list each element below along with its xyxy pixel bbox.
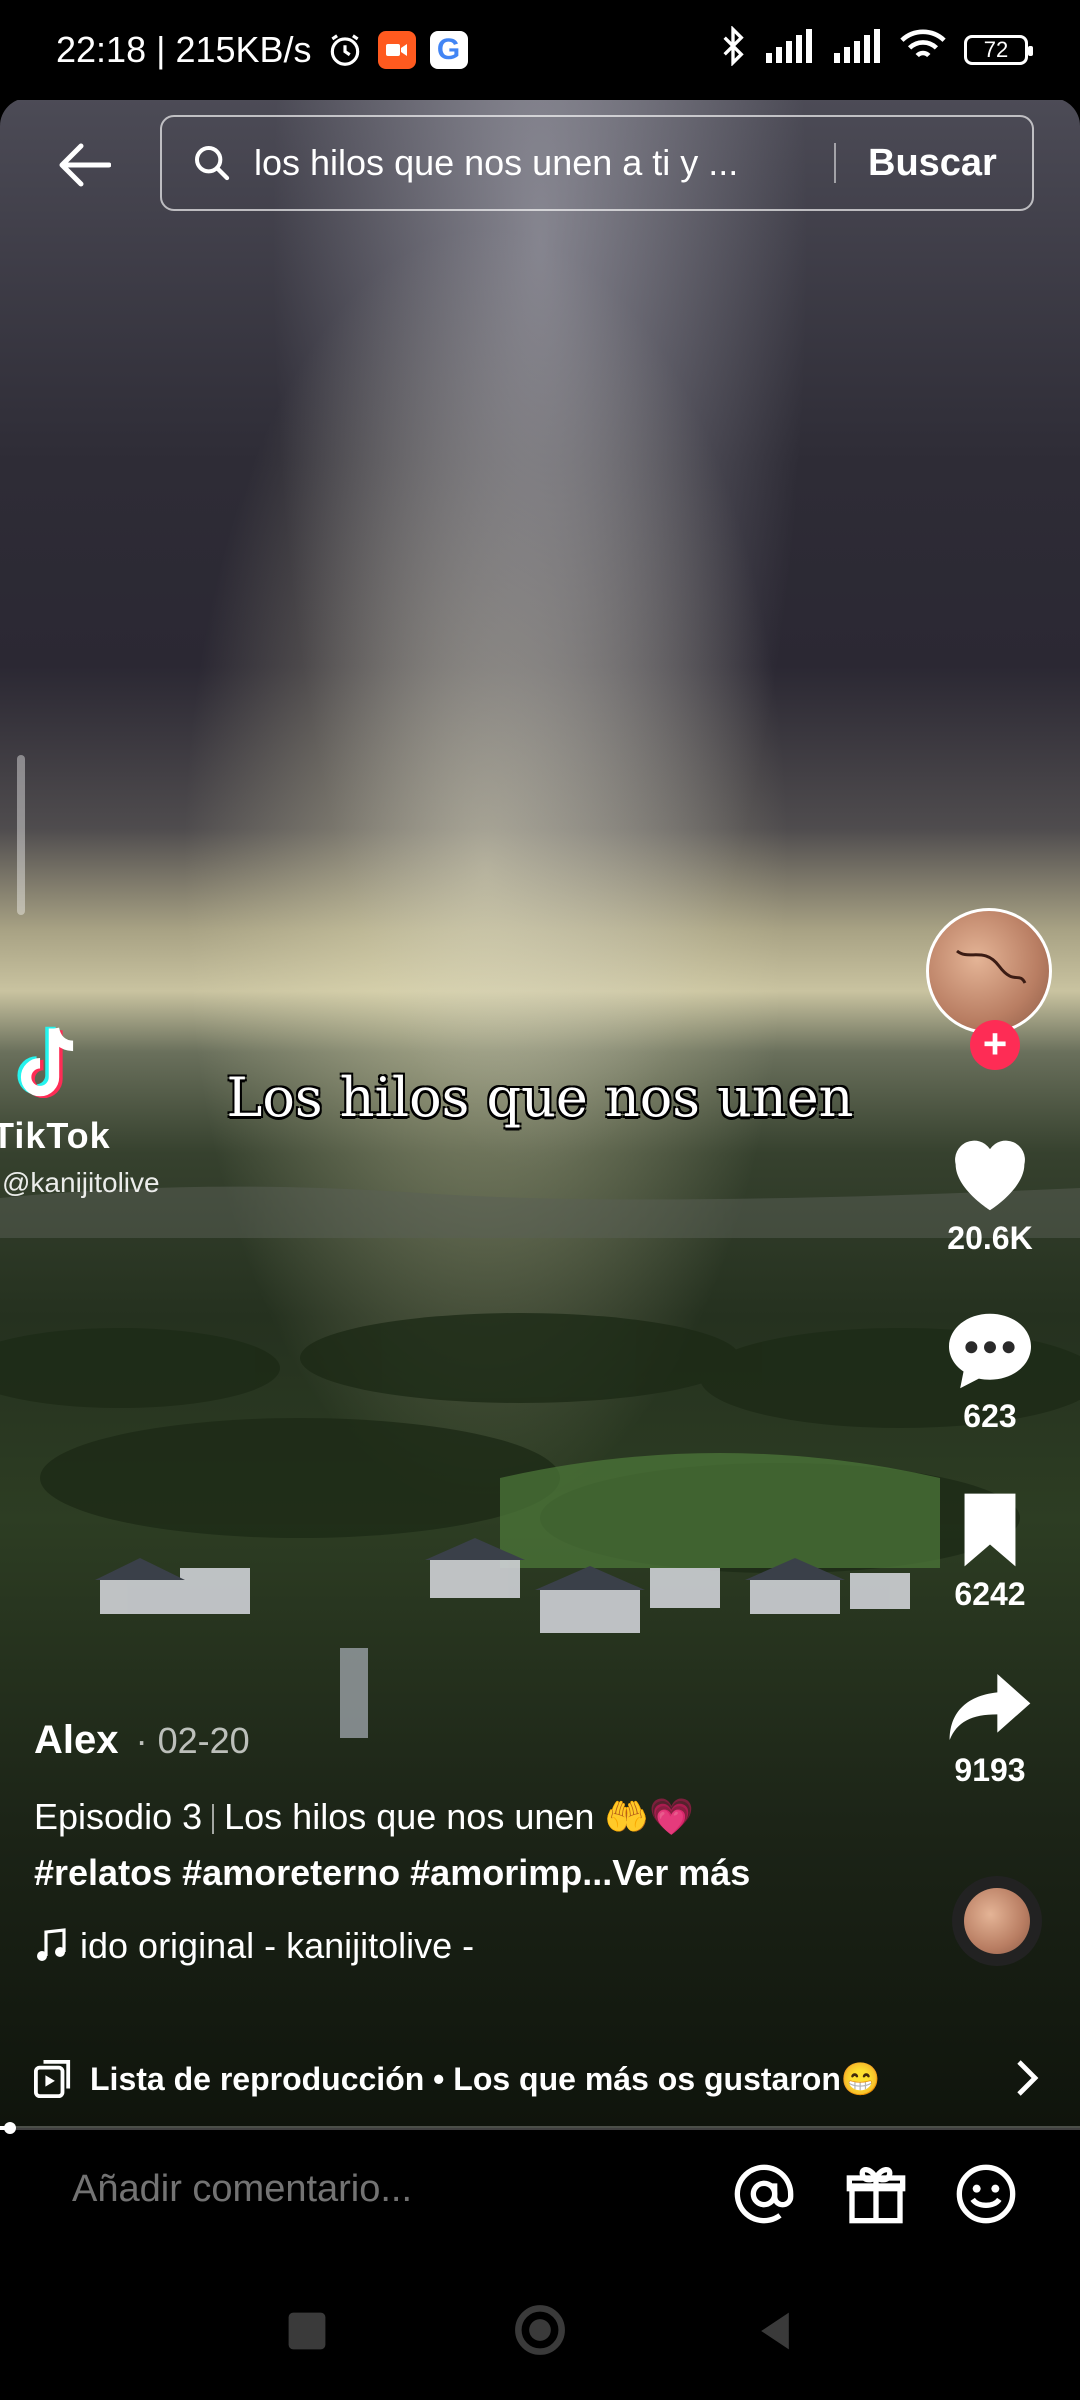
alarm-icon (326, 31, 364, 69)
google-icon: G (429, 31, 468, 69)
share-button[interactable]: 9193 (920, 1668, 1060, 1789)
search-divider (834, 143, 836, 183)
playlist-bar[interactable]: Lista de reproducción • Los que más os g… (0, 2048, 1080, 2110)
scroll-handle[interactable] (17, 755, 25, 915)
comment-bar: Añadir comentario... (0, 2130, 1080, 2260)
post-title: Los hilos que nos unen 🤲💗 (224, 1796, 695, 1837)
separator (212, 1804, 215, 1835)
save-count: 6242 (954, 1576, 1026, 1612)
progress-handle[interactable] (4, 2122, 16, 2134)
sound-row[interactable]: ido original - kanijitolive - (34, 1925, 894, 1967)
like-count: 20.6K (947, 1220, 1033, 1256)
watermark-handle: @kanijitolive (2, 1167, 160, 1198)
creator-avatar-wrap: + (926, 908, 1056, 1070)
share-count: 9193 (954, 1752, 1026, 1788)
post-description: Episodio 3 Los hilos que nos unen 🤲💗 #rel… (34, 1789, 894, 1901)
back-button[interactable] (52, 135, 116, 195)
music-disc[interactable] (952, 1876, 1042, 1966)
sound-name: ido original - kanijitolive - (80, 1925, 475, 1966)
see-more-link[interactable]: Ver más (612, 1852, 750, 1893)
share-icon (949, 1674, 1031, 1740)
emoji-icon[interactable] (954, 2162, 1018, 2226)
like-button[interactable]: 20.6K (920, 1130, 1060, 1257)
author-name[interactable]: Alex (34, 1718, 119, 1762)
back-arrow-icon (59, 143, 111, 187)
playlist-label: Lista de reproducción • Los que más os g… (90, 2061, 881, 2097)
hashtags[interactable]: #relatos #amoreterno #amorimp... (34, 1852, 612, 1893)
search-row: los hilos que nos unen a ti y ... Buscar (0, 115, 1080, 211)
bookmark-icon (964, 1493, 1016, 1567)
recents-button[interactable] (284, 2308, 330, 2354)
search-input[interactable]: los hilos que nos unen a ti y ... (254, 142, 814, 184)
comment-button[interactable]: 623 (920, 1310, 1060, 1435)
post-date: · 02-20 (135, 1720, 250, 1761)
comment-icon (949, 1313, 1031, 1389)
at-icon[interactable] (732, 2162, 796, 2226)
system-nav-bar (0, 2260, 1080, 2400)
signal-icon (764, 28, 814, 72)
chevron-right-icon (1017, 2060, 1039, 2096)
save-button[interactable]: 6242 (920, 1490, 1060, 1613)
battery-indicator: 72 (964, 35, 1033, 65)
screen-recorder-icon (377, 31, 416, 69)
music-note-icon (37, 1928, 66, 1961)
heart-icon (955, 1140, 1025, 1211)
avatar[interactable] (926, 908, 1052, 1034)
comment-count: 623 (963, 1398, 1017, 1434)
comment-input[interactable]: Añadir comentario... (72, 2168, 412, 2211)
search-icon (195, 146, 230, 181)
status-time-speed: 22:18 | 215KB/s (56, 29, 312, 70)
back-nav-button[interactable] (752, 2308, 798, 2354)
status-bar: 22:18 | 215KB/s G 72 (0, 0, 1080, 100)
video-progress-bar[interactable] (0, 2122, 1080, 2134)
search-button[interactable]: Buscar (868, 142, 997, 185)
episode-label[interactable]: Episodio 3 (34, 1796, 202, 1837)
post-meta: Alex · 02-20 Episodio 3 Los hilos que nos… (34, 1718, 894, 1967)
playlist-icon (34, 2060, 71, 2098)
bluetooth-icon (720, 24, 746, 75)
gift-icon[interactable] (844, 2162, 908, 2226)
signal-icon-2 (832, 28, 882, 72)
home-button[interactable] (514, 2304, 566, 2356)
follow-button[interactable]: + (970, 1020, 1020, 1070)
wifi-icon (900, 28, 946, 73)
video-caption: Los hilos que nos unen (226, 1066, 854, 1129)
music-disc-cover (964, 1888, 1030, 1954)
search-box[interactable]: los hilos que nos unen a ti y ... Buscar (160, 115, 1034, 211)
